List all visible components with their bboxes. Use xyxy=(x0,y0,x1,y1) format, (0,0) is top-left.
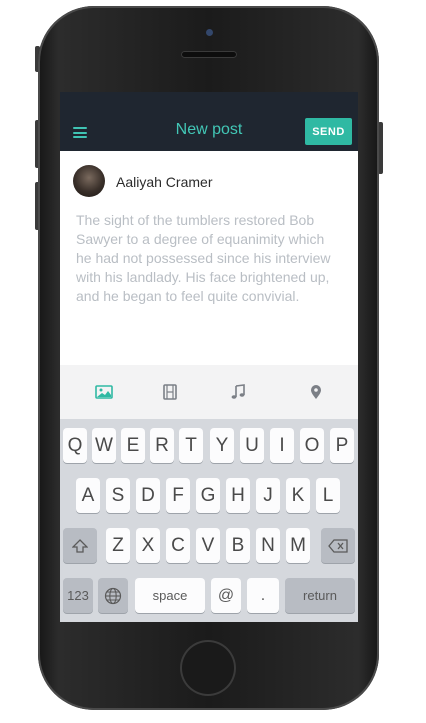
key-b[interactable]: B xyxy=(226,528,250,563)
key-n[interactable]: N xyxy=(256,528,280,563)
key-w[interactable]: W xyxy=(92,428,116,463)
top-bar: New post SEND xyxy=(60,92,358,151)
numbers-key[interactable]: 123 xyxy=(63,578,93,613)
key-f[interactable]: F xyxy=(166,478,190,513)
key-a[interactable]: A xyxy=(76,478,100,513)
key-z[interactable]: Z xyxy=(106,528,130,563)
key-r[interactable]: R xyxy=(150,428,174,463)
globe-key[interactable] xyxy=(98,578,128,613)
author-name: Aaliyah Cramer xyxy=(116,174,213,190)
shift-icon xyxy=(72,538,88,553)
music-icon[interactable] xyxy=(229,384,247,400)
post-text-area[interactable]: The sight of the tumblers restored Bob S… xyxy=(76,211,338,306)
post-editor: Aaliyah Cramer The sight of the tumblers… xyxy=(60,151,358,365)
at-key[interactable]: @ xyxy=(211,578,241,613)
globe-icon xyxy=(104,587,122,604)
key-x[interactable]: X xyxy=(136,528,160,563)
key-s[interactable]: S xyxy=(106,478,130,513)
send-button[interactable]: SEND xyxy=(305,118,352,145)
key-t[interactable]: T xyxy=(179,428,203,463)
key-m[interactable]: M xyxy=(286,528,310,563)
front-camera xyxy=(206,29,213,36)
key-i[interactable]: I xyxy=(270,428,294,463)
shift-key[interactable] xyxy=(63,528,97,563)
key-p[interactable]: P xyxy=(330,428,354,463)
page-title: New post xyxy=(175,121,243,138)
keyboard: Q W E R T Y U I O P A S D F G H J K L Z … xyxy=(60,419,358,622)
key-k[interactable]: K xyxy=(286,478,310,513)
film-icon[interactable] xyxy=(161,384,179,400)
return-key[interactable]: return xyxy=(285,578,355,613)
space-key[interactable]: space xyxy=(135,578,205,613)
earpiece-speaker xyxy=(181,51,237,58)
key-g[interactable]: G xyxy=(196,478,220,513)
attachment-bar xyxy=(60,365,358,419)
key-v[interactable]: V xyxy=(196,528,220,563)
location-pin-icon[interactable] xyxy=(307,384,325,400)
delete-key[interactable] xyxy=(321,528,355,563)
key-q[interactable]: Q xyxy=(63,428,87,463)
backspace-icon xyxy=(328,538,348,553)
avatar xyxy=(73,165,105,197)
home-button[interactable] xyxy=(180,640,236,696)
key-h[interactable]: H xyxy=(226,478,250,513)
key-o[interactable]: O xyxy=(300,428,324,463)
key-y[interactable]: Y xyxy=(210,428,234,463)
period-key[interactable]: . xyxy=(247,578,279,613)
key-u[interactable]: U xyxy=(240,428,264,463)
hamburger-menu-icon[interactable] xyxy=(73,127,87,138)
key-l[interactable]: L xyxy=(316,478,340,513)
key-j[interactable]: J xyxy=(256,478,280,513)
photo-icon[interactable] xyxy=(95,384,113,400)
key-e[interactable]: E xyxy=(121,428,145,463)
key-c[interactable]: C xyxy=(166,528,190,563)
key-d[interactable]: D xyxy=(136,478,160,513)
screen: New post SEND Aaliyah Cramer The sight o… xyxy=(60,92,358,622)
